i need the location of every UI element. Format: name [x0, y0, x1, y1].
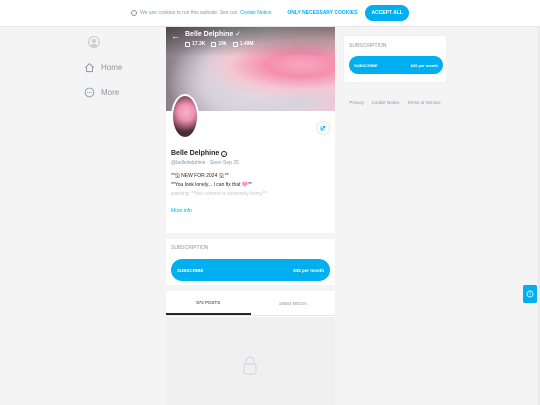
bio-line: **🏠NEW FOR 2024 🏠**	[171, 173, 229, 179]
subscribe-label: SUBSCRIBE	[354, 62, 378, 68]
videos-stat: 19k	[211, 41, 227, 47]
subscribe-button[interactable]: SUBSCRIBE $35 per month	[349, 56, 443, 74]
photo-icon	[185, 41, 190, 47]
sidebar-item-label: More	[101, 88, 120, 97]
banner-header: ← Belle Delphine ✓ 17.3K 19k 1.49M	[171, 30, 254, 47]
cookie-banner: We use cookies to run this website. See …	[0, 0, 540, 27]
locked-content	[166, 317, 335, 405]
home-icon	[85, 63, 94, 73]
separator: ·	[367, 100, 369, 105]
user-avatar-icon[interactable]	[88, 36, 100, 48]
subscribe-label: SUBSCRIBE	[177, 267, 204, 273]
subscribe-button[interactable]: SUBSCRIBE $35 per month	[171, 259, 330, 281]
subscribe-price: $35 per month	[293, 267, 324, 273]
sidebar-item-home[interactable]: Home	[84, 62, 154, 73]
video-icon	[211, 41, 217, 47]
privacy-link[interactable]: Privacy	[349, 100, 364, 105]
back-arrow-icon[interactable]: ←	[171, 30, 180, 47]
sidebar-item-more[interactable]: More	[84, 87, 154, 98]
banner-title: Belle Delphine ✓	[185, 31, 242, 38]
help-icon	[526, 290, 534, 298]
verified-icon: ✓	[221, 150, 228, 157]
cookie-notice-link[interactable]: Cookie Notice	[372, 100, 400, 105]
lock-icon	[243, 356, 257, 375]
accept-all-button[interactable]: ACCEPT ALL	[365, 5, 409, 21]
profile-tabs: 972 POSTS 18084 MEDIA	[166, 291, 335, 316]
subscription-label: SUBSCRIPTION	[349, 43, 387, 49]
likes-stat: 1.49M	[232, 41, 254, 47]
sidebar-item-label: Home	[101, 63, 123, 72]
share-icon	[320, 126, 325, 131]
profile-avatar[interactable]	[171, 94, 199, 139]
more-info-link[interactable]: More info	[171, 208, 329, 214]
banner-stats: 17.3K 19k 1.49M	[185, 41, 254, 47]
necessary-cookies-button[interactable]: ONLY NECESSARY COOKIES	[282, 6, 362, 20]
info-icon	[131, 10, 138, 16]
photos-stat: 17.3K	[185, 41, 205, 47]
terms-link[interactable]: Terms of Service	[407, 100, 441, 105]
tab-posts[interactable]: 972 POSTS	[166, 291, 251, 315]
bio-line: warning: **this content is extremely hor…	[171, 191, 267, 197]
more-icon	[84, 87, 95, 98]
tab-media[interactable]: 18084 MEDIA	[251, 291, 336, 315]
footer-links: Privacy · Cookie Notice · Terms of Servi…	[343, 100, 447, 105]
divider	[166, 233, 335, 239]
share-button[interactable]	[316, 121, 330, 135]
bio-line: **You look lonely... I can fix that 🩷**	[171, 182, 252, 188]
cookie-notice-link[interactable]: Cookie Notice	[240, 10, 271, 16]
subscribe-price: $35 per month	[410, 62, 438, 68]
subscription-card: SUBSCRIPTION SUBSCRIBE $35 per month	[343, 35, 447, 83]
sidebar: Home More	[84, 36, 154, 98]
help-badge[interactable]	[523, 285, 537, 303]
profile-handle: @belledelphine · Seen Sep 25	[171, 160, 239, 166]
cookie-text: We use cookies to run this website. See …	[140, 10, 238, 16]
separator: ·	[402, 100, 405, 105]
heart-icon	[232, 41, 238, 47]
profile-column: ← Belle Delphine ✓ 17.3K 19k 1.49M Belle…	[166, 27, 335, 405]
subscription-label: SUBSCRIPTION	[171, 245, 209, 251]
profile-name: Belle Delphine ✓	[171, 150, 228, 157]
profile-info: Belle Delphine ✓ @belledelphine · Seen Se…	[171, 150, 329, 214]
